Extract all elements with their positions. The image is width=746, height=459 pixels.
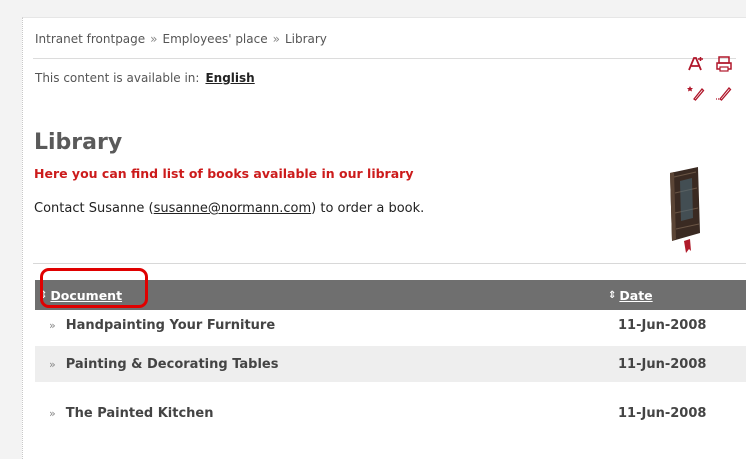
contact-email-link[interactable]: susanne@normann.com bbox=[154, 201, 312, 216]
document-title[interactable]: The Painted Kitchen bbox=[66, 406, 214, 421]
table-row[interactable]: » Handpainting Your Furniture 11-Jun-2008 bbox=[35, 310, 746, 340]
contact-text-before: Contact Susanne ( bbox=[34, 201, 154, 216]
divider bbox=[33, 58, 736, 59]
chevron-right-icon: » bbox=[49, 406, 56, 420]
language-link-english[interactable]: English bbox=[205, 71, 254, 85]
divider bbox=[33, 263, 746, 264]
document-cell: » Painting & Decorating Tables bbox=[35, 357, 608, 372]
sort-icon[interactable]: ⇕ bbox=[608, 290, 616, 301]
breadcrumb-separator: » bbox=[272, 32, 280, 46]
language-line: This content is available in: English bbox=[35, 71, 255, 85]
chevron-right-icon: » bbox=[49, 357, 56, 371]
breadcrumb: Intranet frontpage » Employees' place » Libr… bbox=[35, 32, 327, 46]
document-title[interactable]: Painting & Decorating Tables bbox=[66, 357, 279, 372]
sort-by-document-link[interactable]: Document bbox=[50, 288, 122, 303]
date-cell: 11-Jun-2008 bbox=[618, 405, 707, 421]
breadcrumb-item-intranet[interactable]: Intranet frontpage bbox=[35, 32, 145, 46]
documents-table: ⇕ Document ⇕ Date » Handpainting Your Furni… bbox=[35, 280, 746, 431]
page-lead: Here you can find list of books availabl… bbox=[34, 166, 414, 181]
new-content-icon[interactable] bbox=[686, 82, 706, 102]
document-cell: » Handpainting Your Furniture bbox=[35, 318, 608, 333]
table-header: ⇕ Document ⇕ Date bbox=[35, 280, 746, 310]
chevron-right-icon: » bbox=[49, 318, 56, 332]
date-cell: 11-Jun-2008 bbox=[618, 356, 707, 372]
table-row[interactable]: » The Painted Kitchen 11-Jun-2008 bbox=[35, 395, 746, 431]
contact-text-after: ) to order a book. bbox=[311, 201, 425, 216]
page-tools bbox=[682, 54, 738, 106]
document-cell: » The Painted Kitchen bbox=[35, 406, 608, 421]
sort-by-date-link[interactable]: Date bbox=[619, 288, 652, 303]
print-icon[interactable] bbox=[714, 54, 734, 74]
language-prefix: This content is available in: bbox=[35, 71, 200, 85]
date-cell: 11-Jun-2008 bbox=[618, 317, 707, 333]
column-header-date: ⇕ Date bbox=[608, 288, 746, 303]
edit-icon[interactable] bbox=[714, 82, 734, 102]
book-image bbox=[660, 163, 706, 253]
translate-icon[interactable] bbox=[686, 54, 706, 74]
breadcrumb-separator: » bbox=[150, 32, 158, 46]
sort-icon[interactable]: ⇕ bbox=[39, 290, 47, 301]
contact-text: Contact Susanne (susanne@normann.com) to… bbox=[34, 201, 424, 216]
document-title[interactable]: Handpainting Your Furniture bbox=[66, 318, 275, 333]
breadcrumb-item-library[interactable]: Library bbox=[285, 32, 327, 46]
breadcrumb-item-employees[interactable]: Employees' place bbox=[163, 32, 268, 46]
column-header-document: ⇕ Document bbox=[35, 288, 608, 303]
content-panel: Intranet frontpage » Employees' place » Libr… bbox=[22, 17, 746, 459]
table-row[interactable]: » Painting & Decorating Tables 11-Jun-200… bbox=[35, 346, 746, 382]
page-title: Library bbox=[34, 130, 123, 155]
